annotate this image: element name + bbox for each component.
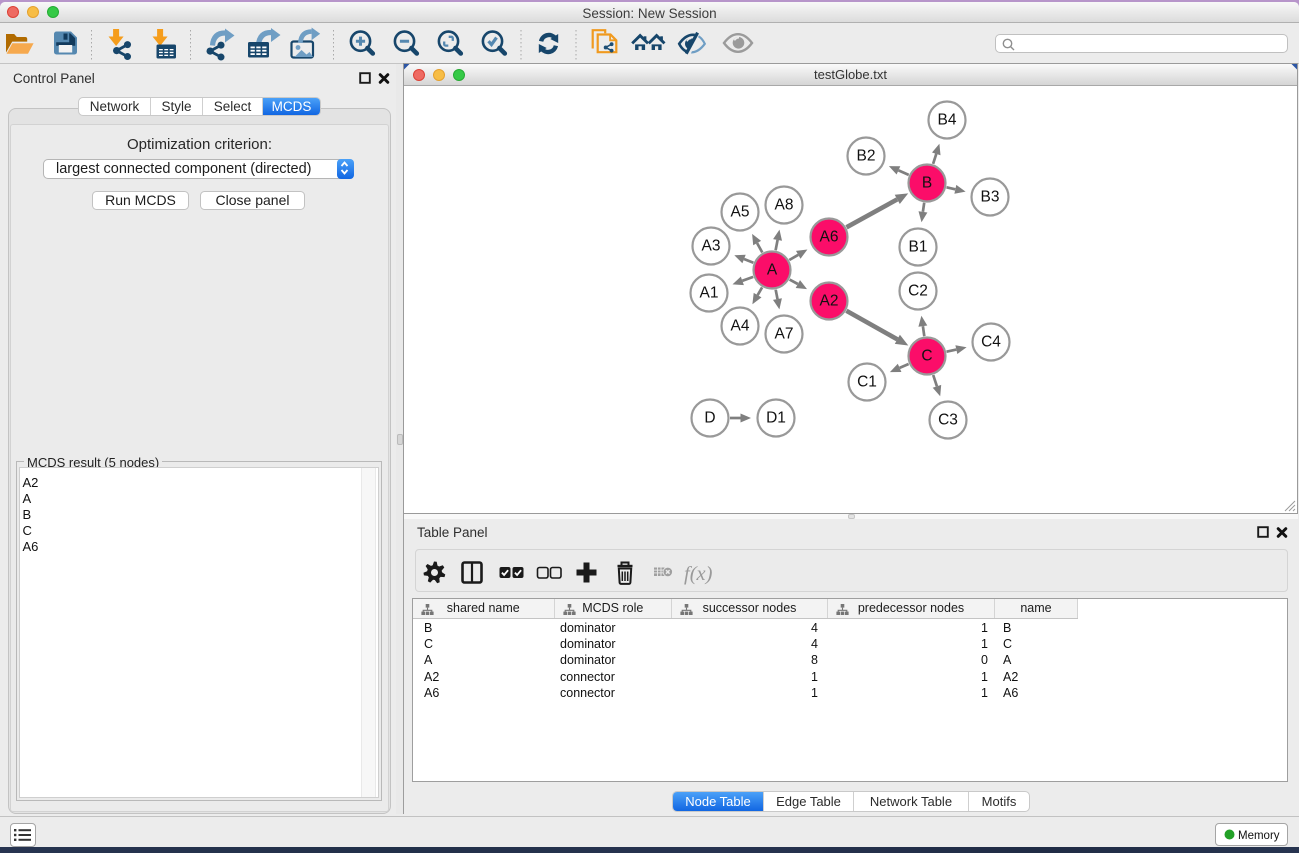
svg-text:C1: C1: [857, 374, 877, 391]
svg-text:D: D: [704, 410, 715, 427]
svg-text:B: B: [922, 175, 932, 192]
svg-text:A1: A1: [700, 285, 719, 302]
svg-text:B1: B1: [909, 239, 928, 256]
svg-text:f(x): f(x): [684, 563, 713, 585]
svg-text:A6: A6: [820, 229, 839, 246]
svg-text:A8: A8: [775, 197, 794, 214]
svg-text:A5: A5: [731, 204, 750, 221]
svg-text:A3: A3: [702, 238, 721, 255]
svg-text:C2: C2: [908, 283, 928, 300]
svg-text:A: A: [767, 262, 778, 279]
svg-text:A4: A4: [731, 318, 750, 335]
svg-text:B3: B3: [981, 189, 1000, 206]
svg-text:C3: C3: [938, 412, 958, 429]
svg-text:A7: A7: [775, 326, 794, 343]
svg-text:B2: B2: [857, 148, 876, 165]
svg-text:A2: A2: [820, 293, 839, 310]
svg-text:C: C: [921, 348, 932, 365]
svg-text:B4: B4: [938, 112, 957, 129]
svg-text:D1: D1: [766, 410, 786, 427]
svg-text:C4: C4: [981, 334, 1001, 351]
